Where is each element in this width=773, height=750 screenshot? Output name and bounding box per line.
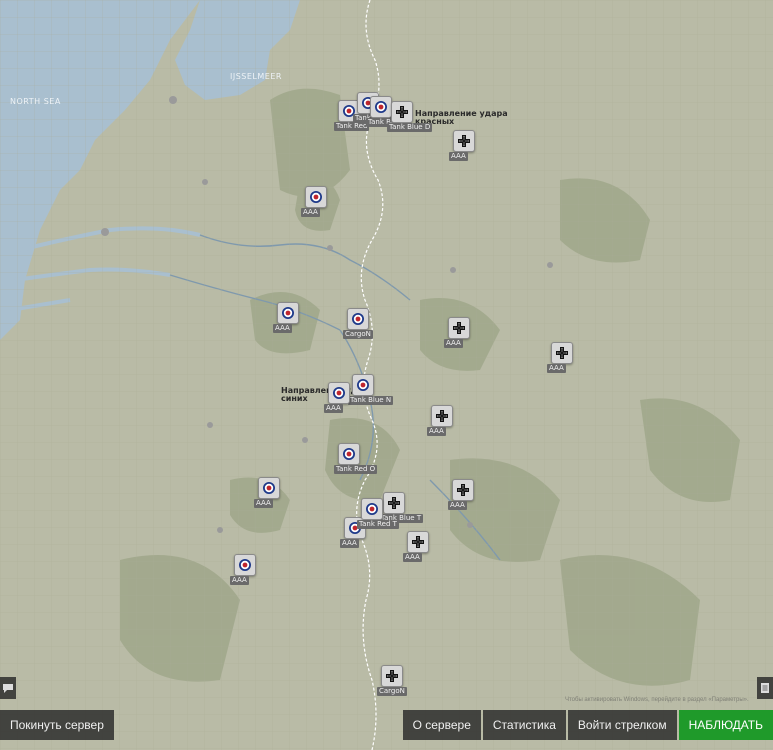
map-unit-label: Tank Blue N — [348, 396, 394, 405]
statistics-button[interactable]: Статистика — [482, 710, 566, 740]
map-unit-marker[interactable] — [453, 130, 475, 152]
map-unit-marker[interactable] — [448, 317, 470, 339]
roundel-icon — [332, 386, 346, 400]
left-button-bar: Покинуть сервер — [0, 710, 114, 740]
map-unit-label: AAA — [444, 339, 463, 348]
map-unit-label: AAA — [301, 208, 320, 217]
roundel-icon — [309, 190, 323, 204]
map-unit-marker[interactable] — [258, 477, 280, 499]
chat-toggle[interactable] — [0, 677, 16, 699]
map-unit-marker[interactable] — [361, 498, 383, 520]
map-unit-marker[interactable] — [431, 405, 453, 427]
roundel-icon — [262, 481, 276, 495]
map-unit-label: Tank Red T — [357, 520, 399, 529]
map-unit-marker[interactable] — [328, 382, 350, 404]
sea-label-ijsselmeer: IJSSELMEER — [230, 72, 282, 81]
about-server-button[interactable]: О сервере — [402, 710, 481, 740]
map-unit-marker[interactable] — [383, 492, 405, 514]
roundel-icon — [351, 312, 365, 326]
map-unit-marker[interactable] — [338, 443, 360, 465]
sea-label-north-sea: NORTH SEA — [10, 97, 61, 106]
map-unit-marker[interactable] — [370, 96, 392, 118]
map-unit-label: AAA — [427, 427, 446, 436]
log-toggle[interactable] — [757, 677, 773, 699]
iron-cross-icon — [385, 669, 399, 683]
map-unit-label: AAA — [547, 364, 566, 373]
map-unit-marker[interactable] — [277, 302, 299, 324]
map-unit-marker[interactable] — [551, 342, 573, 364]
map-unit-label: CargoN — [377, 687, 407, 696]
map-unit-label: AAA — [340, 539, 359, 548]
roundel-icon — [281, 306, 295, 320]
map-unit-label: CargoN — [343, 330, 373, 339]
map-unit-marker[interactable] — [381, 665, 403, 687]
roundel-icon — [374, 100, 388, 114]
map-unit-label: AAA — [403, 553, 422, 562]
leave-server-button[interactable]: Покинуть сервер — [0, 710, 114, 740]
iron-cross-icon — [555, 346, 569, 360]
iron-cross-icon — [435, 409, 449, 423]
roundel-icon — [365, 502, 379, 516]
map-unit-marker[interactable] — [452, 479, 474, 501]
iron-cross-icon — [395, 105, 409, 119]
map-unit-label: AAA — [449, 152, 468, 161]
roundel-icon — [356, 378, 370, 392]
iron-cross-icon — [411, 535, 425, 549]
map-unit-marker[interactable] — [391, 101, 413, 123]
map-unit-marker[interactable] — [407, 531, 429, 553]
roundel-icon — [342, 447, 356, 461]
map-unit-label: AAA — [448, 501, 467, 510]
map-unit-label: Tank Blue D — [387, 123, 433, 132]
join-as-gunner-button[interactable]: Войти стрелком — [567, 710, 677, 740]
map-unit-marker[interactable] — [347, 308, 369, 330]
iron-cross-icon — [452, 321, 466, 335]
map-unit-label: Tank Red O — [334, 465, 378, 474]
map-unit-label: Tank Red — [334, 122, 370, 131]
iron-cross-icon — [456, 483, 470, 497]
observe-button[interactable]: НАБЛЮДАТЬ — [678, 710, 773, 740]
iron-cross-icon — [387, 496, 401, 510]
chat-bubble-icon — [3, 684, 13, 693]
map-unit-marker[interactable] — [305, 186, 327, 208]
document-icon — [761, 683, 769, 693]
map-unit-marker[interactable] — [352, 374, 374, 396]
map-unit-label: AAA — [273, 324, 292, 333]
iron-cross-icon — [457, 134, 471, 148]
map-unit-label: AAA — [254, 499, 273, 508]
map-unit-label: AAA — [230, 576, 249, 585]
windows-activation-watermark: Чтобы активировать Windows, перейдите в … — [565, 697, 749, 703]
right-button-bar: О сервере Статистика Войти стрелком НАБЛ… — [401, 710, 773, 740]
map-unit-label: AAA — [324, 404, 343, 413]
roundel-icon — [238, 558, 252, 572]
map-unit-marker[interactable] — [234, 554, 256, 576]
